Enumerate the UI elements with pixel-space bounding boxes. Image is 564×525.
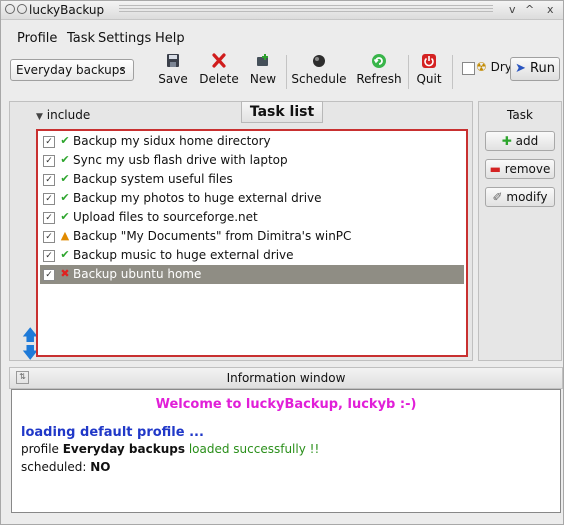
menu-bar: Profile Task Settings Help — [1, 20, 563, 46]
close-button[interactable]: x — [547, 3, 554, 16]
menu-task[interactable]: Task — [67, 31, 95, 46]
task-checkbox[interactable]: ✓ — [43, 193, 55, 205]
toolbar-separator — [408, 55, 409, 89]
task-label: Upload files to sourceforge.net — [73, 210, 258, 224]
ok-check-icon: ✔ — [60, 210, 70, 223]
task-label: Backup system useful files — [73, 172, 233, 186]
info-window-header: ⇅ Information window — [9, 367, 563, 389]
hazard-icon: ☢ — [476, 60, 487, 74]
ok-check-icon: ✔ — [60, 134, 70, 147]
chevron-down-icon: ⌄ — [118, 62, 127, 73]
sticky-icon[interactable] — [17, 4, 27, 14]
refresh-label: Refresh — [356, 72, 402, 86]
task-checkbox[interactable]: ✓ — [43, 174, 55, 186]
task-label: Backup my sidux home directory — [73, 134, 271, 148]
delete-button[interactable]: Delete — [198, 52, 240, 86]
task-checkbox[interactable]: ✓ — [43, 250, 55, 262]
quit-label: Quit — [416, 72, 442, 86]
refresh-button[interactable]: Refresh — [355, 52, 403, 86]
task-panel-title: Task — [507, 108, 533, 122]
dry-run-label: ☢ Dry — [476, 60, 512, 74]
quit-button[interactable]: Quit — [414, 52, 444, 86]
minimize-button[interactable]: v — [509, 3, 516, 16]
run-icon: ➤ — [515, 61, 526, 76]
profile-name: Everyday backups — [62, 442, 185, 456]
toolbar: Everyday backups ⌄ Save Delete New Sched… — [1, 49, 563, 93]
task-label: Backup my photos to huge external drive — [73, 191, 322, 205]
task-row[interactable]: ✓ ✔ Backup music to huge external drive — [40, 246, 464, 265]
task-row[interactable]: ✓ ✔ Backup my photos to huge external dr… — [40, 189, 464, 208]
task-checkbox[interactable]: ✓ — [43, 269, 55, 281]
save-label: Save — [158, 72, 188, 86]
delete-label: Delete — [199, 72, 239, 86]
menu-settings[interactable]: Settings — [98, 31, 151, 46]
welcome-message: Welcome to luckyBackup, luckyb :-) — [155, 397, 417, 412]
error-x-icon: ✖ — [60, 267, 70, 280]
title-bar: luckyBackup v ^ x — [1, 1, 563, 20]
warning-icon: ▲ — [60, 229, 70, 242]
plus-icon: ✚ — [501, 134, 512, 148]
profile-loaded-message: profile Everyday backups loaded successf… — [21, 442, 320, 456]
run-button[interactable]: ➤ Run — [510, 57, 560, 81]
ok-check-icon: ✔ — [60, 172, 70, 185]
ok-check-icon: ✔ — [60, 191, 70, 204]
toolbar-separator — [452, 55, 453, 89]
modify-task-button[interactable]: ✐ modify — [485, 187, 555, 207]
task-row-selected[interactable]: ✓ ✖ Backup ubuntu home — [40, 265, 464, 284]
window-title: luckyBackup — [29, 3, 105, 17]
new-task-icon — [257, 54, 268, 66]
scheduled-value: NO — [90, 460, 111, 474]
task-list[interactable]: ✓ ✔ Backup my sidux home directory ✓ ✔ S… — [36, 129, 468, 357]
task-row[interactable]: ✓ ✔ Backup my sidux home directory — [40, 132, 464, 151]
info-window: Welcome to luckyBackup, luckyb :-) loadi… — [11, 389, 561, 513]
refresh-icon — [372, 54, 386, 68]
include-toggle[interactable]: ▼ include — [36, 108, 90, 122]
power-icon — [422, 54, 436, 68]
scheduled-status: scheduled: NO — [21, 460, 111, 474]
schedule-label: Schedule — [291, 72, 347, 86]
loading-message: loading default profile ... — [21, 425, 204, 440]
wrench-icon: ✐ — [492, 190, 503, 204]
app-menu-icon[interactable] — [5, 4, 15, 14]
task-row[interactable]: ✓ ✔ Sync my usb flash drive with laptop — [40, 151, 464, 170]
task-label: Backup "My Documents" from Dimitra's win… — [73, 229, 352, 243]
toolbar-separator — [286, 55, 287, 89]
task-row[interactable]: ✓ ✔ Backup system useful files — [40, 170, 464, 189]
remove-task-button[interactable]: ▬ remove — [485, 159, 555, 179]
new-button[interactable]: New — [248, 52, 278, 86]
task-row[interactable]: ✓ ▲ Backup "My Documents" from Dimitra's… — [40, 227, 464, 246]
task-checkbox[interactable]: ✓ — [43, 212, 55, 224]
schedule-button[interactable]: Schedule — [291, 52, 347, 86]
task-list-title: Task list — [241, 101, 323, 123]
maximize-button[interactable]: ^ — [525, 3, 534, 16]
task-row[interactable]: ✓ ✔ Upload files to sourceforge.net — [40, 208, 464, 227]
menu-help[interactable]: Help — [155, 31, 185, 46]
title-bar-grip — [119, 5, 493, 14]
ok-check-icon: ✔ — [60, 248, 70, 261]
info-window-title: Information window — [226, 371, 346, 385]
app-window: luckyBackup v ^ x Profile Task Settings … — [0, 0, 564, 525]
clock-icon — [313, 55, 325, 67]
menu-profile[interactable]: Profile — [17, 31, 57, 46]
task-checkbox[interactable]: ✓ — [43, 155, 55, 167]
save-button[interactable]: Save — [158, 52, 188, 86]
task-checkbox[interactable]: ✓ — [43, 136, 55, 148]
task-label: Sync my usb flash drive with laptop — [73, 153, 288, 167]
new-label: New — [249, 72, 277, 86]
task-label: Backup music to huge external drive — [73, 248, 294, 262]
task-checkbox[interactable]: ✓ — [43, 231, 55, 243]
task-label: Backup ubuntu home — [73, 267, 202, 281]
minus-icon: ▬ — [489, 162, 501, 176]
triangle-down-icon: ▼ — [36, 112, 43, 122]
run-label: Run — [530, 61, 555, 76]
floppy-icon — [167, 54, 179, 67]
profile-select-value: Everyday backups — [16, 63, 126, 77]
add-task-button[interactable]: ✚ add — [485, 131, 555, 151]
ok-check-icon: ✔ — [60, 153, 70, 166]
delete-icon — [212, 53, 226, 68]
dry-run-checkbox[interactable] — [462, 62, 475, 75]
task-panel: Task ✚ add ▬ remove ✐ modify — [478, 101, 562, 361]
success-text: loaded successfully !! — [185, 442, 320, 456]
profile-select[interactable]: Everyday backups ⌄ — [10, 59, 134, 81]
